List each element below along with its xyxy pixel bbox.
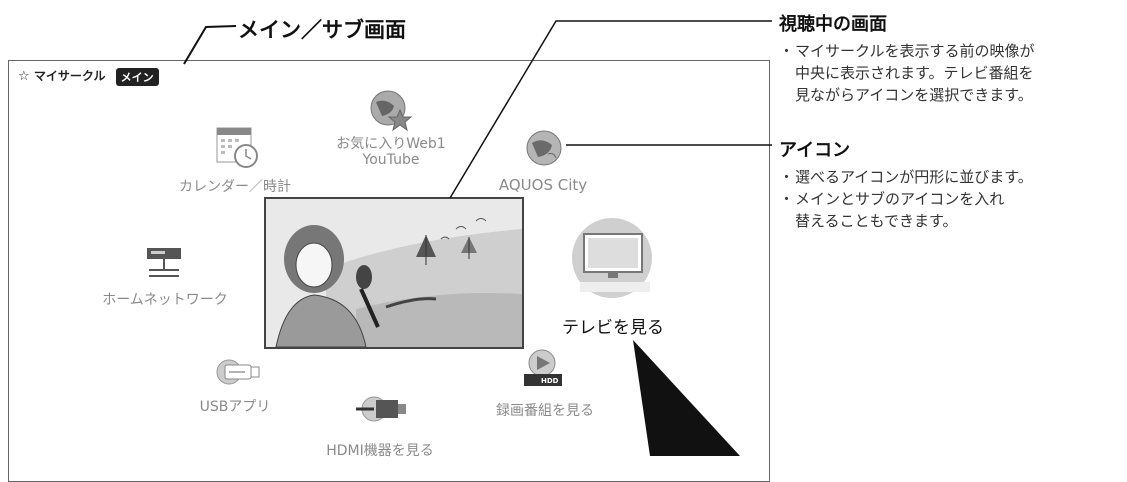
video-illustration: [266, 199, 522, 347]
aquos-city-item[interactable]: AQUOS City: [478, 128, 608, 194]
usb-app-label: USBアプリ: [199, 399, 271, 415]
network-icon: [147, 248, 181, 277]
calendar-icon: [216, 127, 258, 168]
hdmi-icon: [356, 396, 406, 422]
my-circle-title: マイサークル: [33, 69, 106, 83]
tv-icon: [580, 233, 650, 292]
main-sub-screen-label: メイン／サブ画面: [238, 18, 406, 42]
usb-app-item[interactable]: USBアプリ: [180, 358, 290, 418]
watch-tv-label: テレビを見る: [562, 318, 664, 338]
recorded-programs-label: 録画番組を見る: [496, 403, 594, 419]
calendar-clock-item[interactable]: カレンダー／時計: [170, 122, 300, 195]
calendar-clock-label: カレンダー／時計: [179, 179, 291, 195]
usb-icon: [216, 359, 260, 385]
viewing-screen-desc: ・マイサークルを表示する前の映像が 中央に表示されます。テレビ番組を 見ながらア…: [779, 42, 1035, 104]
globe-star-icon: [370, 90, 413, 132]
viewing-screen-title: 視聴中の画面: [779, 14, 887, 35]
hdmi-device-item[interactable]: HDMI機器を見る: [310, 394, 450, 464]
main-mode-badge: メイン: [115, 67, 159, 86]
icon-callout-desc-1: ・選べるアイコンが円形に並びます。: [779, 168, 1033, 186]
viewing-screen-callout: 視聴中の画面 ・マイサークルを表示する前の映像が 中央に表示されます。テレビ番組…: [779, 10, 1124, 106]
globe-icon: [526, 130, 562, 166]
favorite-web-label: お気に入りWeb1 YouTube: [336, 136, 446, 168]
aquos-city-label: AQUOS City: [498, 176, 588, 194]
my-circle-header: ☆ マイサークル メイン: [18, 67, 159, 86]
hdd-text: HDD: [541, 377, 559, 385]
watch-tv-item[interactable]: テレビを見る: [548, 218, 678, 338]
icon-callout: アイコン ・選べるアイコンが円形に並びます。 ・メインとサブのアイコンを入れ 替…: [779, 136, 1124, 232]
sparkle-star-icon: ☆: [18, 69, 30, 84]
current-video-preview: [264, 197, 524, 349]
favorite-web-item[interactable]: お気に入りWeb1 YouTube: [326, 88, 456, 174]
home-network-label: ホームネットワーク: [102, 292, 228, 308]
home-network-item[interactable]: ホームネットワーク: [95, 246, 235, 308]
bullet-mark: ・: [779, 42, 795, 60]
recorded-programs-item[interactable]: HDD 録画番組を見る: [480, 348, 610, 419]
icon-callout-desc-2: ・メインとサブのアイコンを入れ 替えることもできます。: [779, 190, 1005, 230]
hdmi-device-label: HDMI機器を見る: [326, 443, 434, 459]
icon-callout-title: アイコン: [779, 140, 851, 161]
